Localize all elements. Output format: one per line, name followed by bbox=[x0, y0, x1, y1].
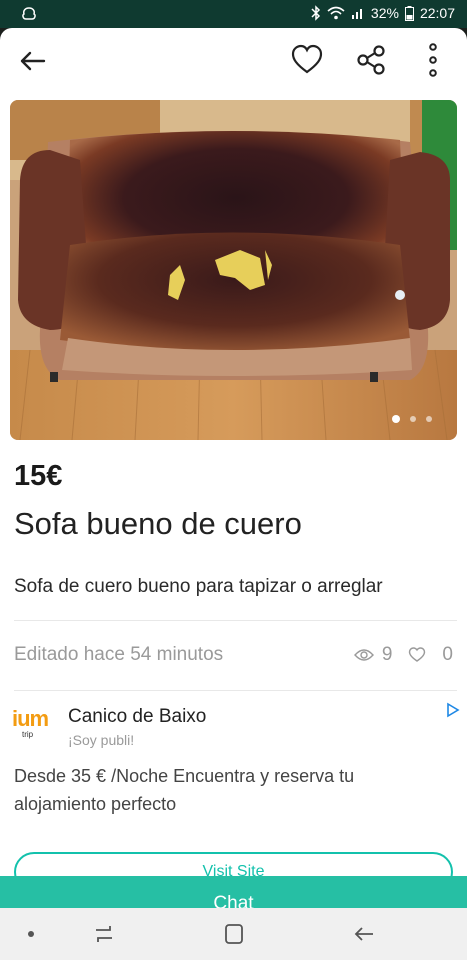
chat-button[interactable]: Chat bbox=[0, 876, 467, 908]
divider bbox=[14, 620, 457, 621]
back-icon[interactable] bbox=[352, 922, 376, 946]
ad-title[interactable]: Canico de Baixo bbox=[68, 706, 206, 728]
listing-screen: 15€ Sofa bueno de cuero Sofa de cuero bu… bbox=[0, 28, 467, 908]
listing-photo[interactable] bbox=[10, 100, 457, 440]
sponsored-ad[interactable]: ium trip Canico de Baixo ¡Soy publi! Des… bbox=[0, 696, 467, 892]
pager-dot-active bbox=[392, 415, 400, 423]
views-count: 9 bbox=[381, 644, 393, 665]
photo-pager[interactable] bbox=[392, 415, 432, 423]
signal-icon bbox=[351, 9, 362, 19]
heart-outline-icon bbox=[409, 647, 426, 662]
bluetooth-icon bbox=[311, 5, 320, 21]
top-app-bar bbox=[0, 28, 467, 94]
eye-icon bbox=[353, 649, 374, 661]
edited-time: Editado hace 54 minutos bbox=[14, 644, 224, 665]
home-icon[interactable] bbox=[222, 922, 246, 946]
recent-apps-icon[interactable] bbox=[92, 922, 116, 946]
nav-dot-icon bbox=[28, 931, 34, 937]
ad-text: Desde 35 € /Noche Encuentra y reserva tu… bbox=[14, 766, 355, 814]
listing-price: 15€ bbox=[14, 460, 63, 492]
pager-dot bbox=[410, 416, 416, 422]
divider bbox=[14, 690, 457, 691]
adchoices-icon[interactable] bbox=[445, 702, 461, 718]
more-options-icon[interactable] bbox=[420, 40, 446, 80]
share-icon[interactable] bbox=[354, 43, 388, 77]
ad-subtitle: ¡Soy publi! bbox=[68, 732, 135, 748]
ad-logo-sub: trip bbox=[22, 730, 34, 739]
pager-dot bbox=[426, 416, 432, 422]
system-nav-bar bbox=[0, 908, 467, 960]
wifi-icon bbox=[327, 6, 345, 20]
battery-percent: 32% bbox=[370, 5, 399, 21]
wallapop-notification-icon bbox=[22, 7, 36, 20]
ad-logo-brand: ium bbox=[12, 706, 49, 731]
status-bar: 32% 22:07 bbox=[0, 0, 467, 28]
favorites-count: 0 bbox=[442, 644, 453, 665]
listing-title: Sofa bueno de cuero bbox=[14, 506, 302, 541]
listing-stats: 9 0 bbox=[353, 644, 453, 666]
heart-icon[interactable] bbox=[290, 43, 324, 77]
ad-logo: ium trip bbox=[12, 706, 62, 746]
back-arrow-icon[interactable] bbox=[16, 44, 50, 78]
battery-icon bbox=[404, 5, 414, 21]
clock: 22:07 bbox=[419, 5, 455, 21]
listing-description: Sofa de cuero bueno para tapizar o arreg… bbox=[14, 576, 383, 597]
